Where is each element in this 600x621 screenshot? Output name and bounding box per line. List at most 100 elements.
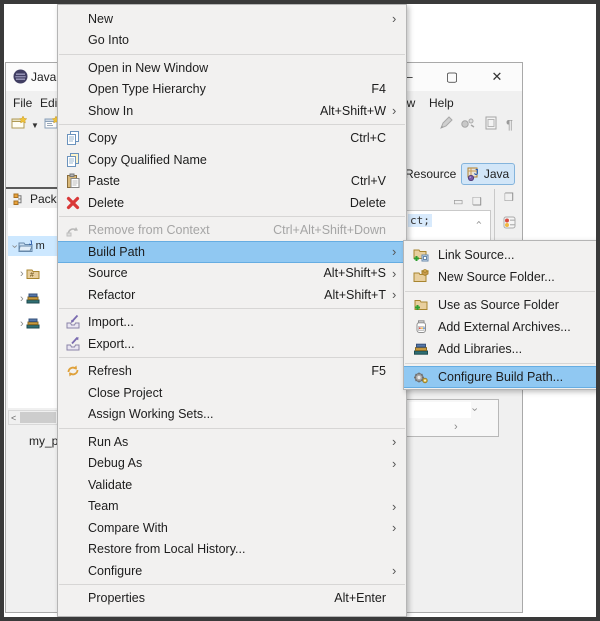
menu-item-copy-qualified-name[interactable]: Copy Qualified Name — [58, 149, 406, 171]
menu-item-use-as-source-folder[interactable]: Use as Source Folder — [404, 294, 596, 316]
menu-item-copy[interactable]: CopyCtrl+C — [58, 128, 406, 150]
close-button[interactable]: ✕ — [482, 67, 512, 87]
run-dots-icon[interactable] — [460, 115, 480, 133]
new-wizard-icon[interactable] — [11, 115, 31, 133]
menu-item-label: New Source Folder... — [438, 270, 555, 284]
tree-row-src[interactable]: › # — [20, 264, 41, 284]
menu-separator — [59, 428, 405, 429]
menu-item-label: Paste — [88, 174, 120, 188]
menu-item-run-as[interactable]: Run As› — [58, 431, 406, 453]
delete-icon — [58, 195, 88, 211]
menu-item-import[interactable]: Import... — [58, 312, 406, 334]
menu-item-build-path[interactable]: Build Path› — [58, 241, 406, 263]
library-icon — [26, 293, 41, 305]
menu-item-refresh[interactable]: Refresh F5 — [58, 361, 406, 383]
tree-row-referenced-libs[interactable]: › — [20, 314, 41, 334]
menu-item-shortcut: Ctrl+Alt+Shift+Down — [273, 223, 392, 237]
new-wizard-dropdown-icon[interactable]: ▼ — [31, 121, 39, 130]
menu-item-shortcut: Alt+Shift+W — [320, 104, 392, 118]
menu-item-debug-as[interactable]: Debug As› — [58, 453, 406, 475]
pen-icon[interactable] — [438, 115, 458, 133]
menu-separator — [59, 54, 405, 55]
chevron-right-icon[interactable]: › — [20, 294, 24, 305]
menu-item-label: Source — [88, 266, 128, 280]
use-as-source-folder-icon — [404, 297, 438, 313]
menu-item-label: Refresh — [88, 364, 132, 378]
menu-item-go-into[interactable]: Go Into — [58, 30, 406, 52]
view-maximize-icon[interactable]: ❏ — [472, 195, 482, 208]
menu-item-remove-from-context[interactable]: Remove from ContextCtrl+Alt+Shift+Down — [58, 220, 406, 242]
tree-row-jre[interactable]: › — [20, 289, 41, 309]
menu-item-source[interactable]: SourceAlt+Shift+S› — [58, 263, 406, 285]
menu-item-configure[interactable]: Configure› — [58, 560, 406, 582]
panel-divider — [494, 189, 495, 243]
horizontal-scrollbar[interactable]: < — [8, 410, 61, 425]
menu-item-paste[interactable]: Paste Ctrl+V — [58, 171, 406, 193]
menu-item-label: Use as Source Folder — [438, 298, 559, 312]
menu-item-validate[interactable]: Validate — [58, 474, 406, 496]
menu-separator — [59, 584, 405, 585]
menu-item-restore-from-local-history[interactable]: Restore from Local History... — [58, 539, 406, 561]
menu-edit[interactable]: Edi — [40, 96, 57, 110]
pilcrow-icon[interactable]: ¶ — [506, 117, 513, 132]
menu-item-compare-with[interactable]: Compare With› — [58, 517, 406, 539]
menu-item-add-external-archives[interactable]: Add External Archives... — [404, 316, 596, 338]
maximize-button[interactable]: ▢ — [437, 67, 467, 87]
menu-item-refactor[interactable]: RefactorAlt+Shift+T› — [58, 284, 406, 306]
menu-item-configure-build-path[interactable]: Configure Build Path... — [404, 366, 596, 388]
menu-item-link-source[interactable]: Link Source... — [404, 244, 596, 266]
chevron-right-icon[interactable]: › — [20, 319, 24, 330]
menu-item-close-project[interactable]: Close Project — [58, 382, 406, 404]
menu-item-team[interactable]: Team› — [58, 496, 406, 518]
code-editor[interactable]: ct; › — [405, 210, 491, 242]
menu-item-show-in[interactable]: Show In Alt+Shift+W› — [58, 100, 406, 122]
menu-help[interactable]: Help — [429, 96, 454, 110]
perspective-java[interactable]: J Java — [461, 163, 515, 185]
collapse-up-icon[interactable]: › — [473, 219, 484, 226]
submenu-arrow-icon: › — [392, 520, 406, 535]
menu-separator — [405, 363, 595, 364]
menu-item-new-source-folder[interactable]: New Source Folder... — [404, 266, 596, 288]
menu-item-delete[interactable]: DeleteDelete — [58, 192, 406, 214]
menu-item-label: Link Source... — [438, 248, 514, 262]
menu-item-label: Export... — [88, 337, 135, 351]
document-icon[interactable] — [483, 115, 503, 133]
menu-item-label: Go Into — [88, 33, 129, 47]
perspective-resource[interactable]: Resource — [405, 167, 456, 181]
menu-item-shortcut: Ctrl+V — [351, 174, 392, 188]
menu-item-open-type-hierarchy[interactable]: Open Type HierarchyF4 — [58, 79, 406, 101]
menu-item-properties[interactable]: PropertiesAlt+Enter — [58, 588, 406, 610]
configure-build-path-icon — [404, 369, 438, 385]
menu-item-label: Validate — [88, 478, 132, 492]
menu-item-shortcut: F5 — [371, 364, 392, 378]
paste-icon — [58, 173, 88, 189]
menu-item-open-in-new-window[interactable]: Open in New Window — [58, 57, 406, 79]
task-marker-icon[interactable] — [502, 215, 520, 231]
menu-item-shortcut: Alt+Shift+T — [324, 288, 392, 302]
menu-item-label: Show In — [88, 104, 133, 118]
menu-separator — [59, 357, 405, 358]
submenu-arrow-icon: › — [392, 103, 406, 118]
menu-item-label: Configure — [88, 564, 142, 578]
package-folder-icon: # — [26, 268, 41, 280]
menu-file[interactable]: File — [13, 96, 32, 110]
view-minimize-icon[interactable]: ▭ — [453, 195, 463, 208]
menu-item-assign-working-sets[interactable]: Assign Working Sets... — [58, 404, 406, 426]
scroll-down-icon[interactable]: › — [469, 408, 480, 412]
menu-item-label: Run As — [88, 435, 128, 449]
scroll-left-icon[interactable]: < — [9, 413, 18, 423]
scrollbar-thumb[interactable] — [20, 412, 56, 423]
chevron-down-icon[interactable]: › — [8, 244, 19, 248]
menu-item-export[interactable]: Export... — [58, 333, 406, 355]
menu-item-label: Team — [88, 499, 119, 513]
tab-package-explorer[interactable]: Packa — [13, 192, 63, 206]
chevron-right-icon[interactable]: › — [20, 269, 24, 280]
menu-item-new[interactable]: New› — [58, 8, 406, 30]
tree-row-project[interactable]: › J m — [8, 236, 61, 256]
tree-project-label: m — [36, 240, 45, 252]
package-explorer-icon — [13, 193, 26, 206]
menu-item-add-libraries[interactable]: Add Libraries... — [404, 338, 596, 360]
view-restore-icon[interactable]: ❐ — [504, 191, 514, 204]
menu-separator — [59, 308, 405, 309]
scroll-right-icon[interactable]: › — [454, 422, 458, 433]
